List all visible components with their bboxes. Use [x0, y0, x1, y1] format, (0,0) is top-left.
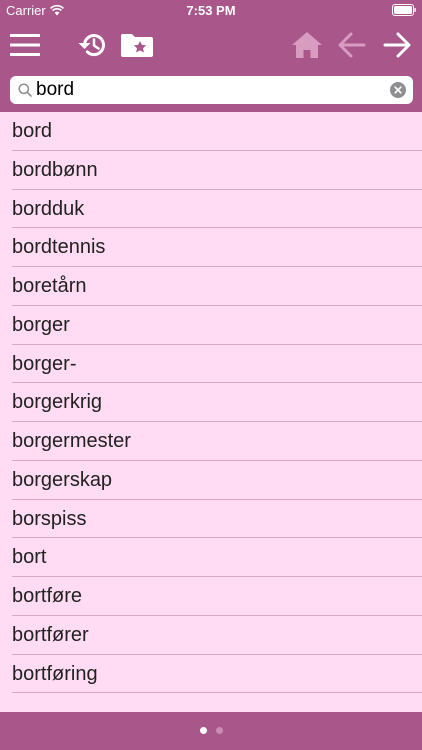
- word-label: bortføring: [12, 662, 98, 685]
- word-label: borgerskap: [12, 468, 113, 491]
- page-dot-1: [199, 727, 207, 734]
- list-item[interactable]: bordtennis: [0, 228, 422, 267]
- list-item[interactable]: boretårn: [0, 267, 422, 306]
- list-item[interactable]: borgermester: [0, 422, 422, 461]
- word-label: bord: [12, 120, 53, 142]
- back-arrow-icon: [338, 32, 366, 58]
- list-item[interactable]: borgerkrig: [0, 383, 422, 422]
- search-icon: [18, 83, 32, 97]
- list-item[interactable]: borger: [0, 306, 422, 345]
- list-item[interactable]: bortføring: [0, 655, 422, 694]
- search-bar: [10, 76, 413, 104]
- search-input[interactable]: [36, 76, 386, 104]
- status-time: 7:53 PM: [186, 3, 236, 18]
- list-item[interactable]: bordbønn: [0, 151, 422, 190]
- word-label: borger-: [12, 352, 77, 375]
- list-item[interactable]: bort: [0, 538, 422, 577]
- footer-bar: [0, 712, 422, 750]
- home-icon: [292, 32, 322, 58]
- list-item[interactable]: borgerskap: [0, 461, 422, 500]
- favorites-folder-icon: [121, 34, 153, 57]
- battery-icon: [392, 4, 416, 16]
- menu-icon: [10, 34, 40, 56]
- list-item[interactable]: bord: [0, 112, 422, 151]
- list-item[interactable]: bordduk: [0, 190, 422, 229]
- toolbar: [0, 22, 422, 68]
- home-button[interactable]: [289, 27, 325, 63]
- status-bar: Carrier 7:53 PM: [0, 0, 422, 22]
- list-item[interactable]: bortføre: [0, 577, 422, 616]
- clear-search-icon[interactable]: [390, 82, 406, 98]
- word-label: borgermester: [12, 430, 131, 452]
- word-label: bordtennis: [12, 236, 106, 259]
- list-item[interactable]: borger-: [0, 345, 422, 384]
- menu-button[interactable]: [7, 27, 43, 63]
- history-icon: [78, 34, 105, 57]
- word-label: bortfører: [12, 623, 89, 646]
- back-button[interactable]: [334, 27, 370, 63]
- list-item[interactable]: bortfører: [0, 616, 422, 655]
- word-label: borgerkrig: [12, 391, 103, 414]
- forward-button[interactable]: [379, 27, 415, 63]
- favorites-button[interactable]: [119, 27, 155, 63]
- forward-arrow-icon: [383, 32, 411, 58]
- word-list: bord bordbønn bordduk bordtennis boretår…: [0, 112, 422, 694]
- list-item[interactable]: borspiss: [0, 500, 422, 539]
- word-label: borger: [12, 313, 70, 336]
- header: Carrier 7:53 PM: [0, 0, 422, 112]
- word-label: borspiss: [12, 507, 87, 530]
- word-label: boretårn: [12, 275, 87, 297]
- history-button[interactable]: [74, 27, 110, 63]
- word-label: bortføre: [12, 585, 83, 607]
- word-label: bordduk: [12, 197, 85, 220]
- word-label: bort: [12, 546, 47, 569]
- word-label: bordbønn: [12, 158, 98, 181]
- page-dot-2: [215, 727, 223, 734]
- page-indicator[interactable]: [0, 727, 422, 734]
